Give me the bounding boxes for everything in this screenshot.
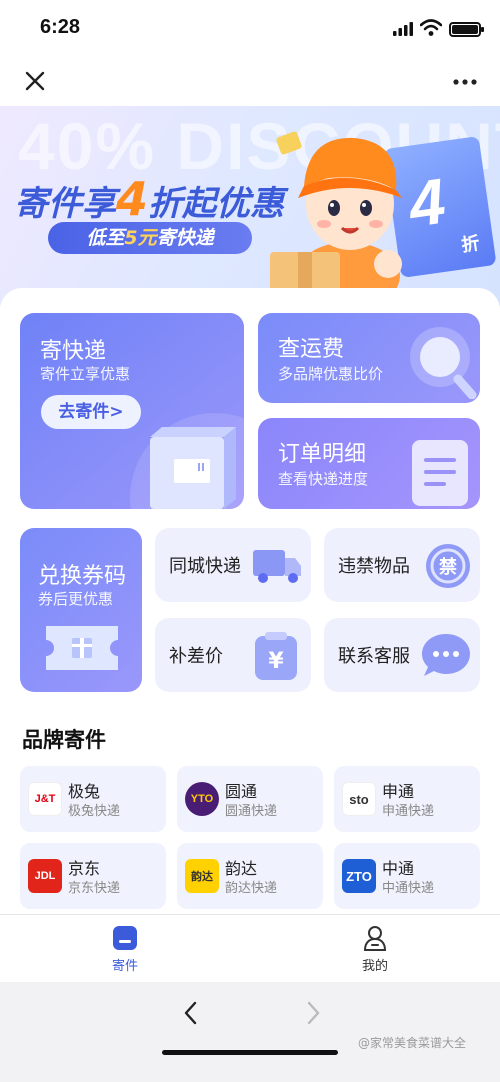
home-indicator [162, 1050, 338, 1055]
fee-card-title: 查运费 [278, 337, 345, 362]
banner-headline: 寄件享4折起优惠 [14, 172, 285, 226]
brand-subtitle: 圆通快递 [225, 804, 278, 819]
clock: 6:28 [40, 16, 81, 38]
order-card-subtitle: 查看快递进度 [278, 470, 369, 488]
main-content: 寄快递 寄件立享优惠 去寄件> 查运费 多品牌优惠比价 订单明细 查看快递进度 [0, 288, 500, 914]
yto-logo-icon: YTO [185, 782, 219, 816]
brand-name: 中通 [382, 859, 415, 878]
brand-name: 圆通 [225, 782, 258, 801]
jd-logo-icon: JDL [28, 859, 62, 893]
tab-send-label: 寄件 [111, 959, 138, 974]
forward-arrow-icon[interactable] [300, 998, 326, 1028]
wifi-icon [420, 19, 442, 36]
check-fee-card[interactable]: 查运费 多品牌优惠比价 [258, 313, 480, 403]
order-details-card[interactable]: 订单明细 查看快递进度 [258, 418, 480, 509]
customer-service-label: 联系客服 [338, 646, 410, 667]
yunda-logo-icon: 韵达 [185, 859, 219, 893]
tab-mine[interactable]: 我的 [335, 925, 415, 979]
status-bar: 6:28 [0, 0, 500, 58]
brand-item-shentong[interactable]: sto 申通 申通快递 [334, 766, 480, 832]
sto-logo-icon: sto [342, 782, 376, 816]
zto-logo-icon: ZTO [342, 859, 376, 893]
tab-send[interactable]: 寄件 [85, 925, 165, 979]
user-icon [363, 926, 387, 951]
close-icon[interactable] [22, 68, 48, 94]
brand-item-jd[interactable]: JDL 京东 京东快递 [20, 843, 166, 909]
signal-icon [393, 22, 413, 36]
send-card-title: 寄快递 [40, 339, 107, 364]
brand-item-yuantong[interactable]: YTO 圆通 圆通快递 [177, 766, 323, 832]
browser-toolbar: @家常美食菜谱大全 [0, 982, 500, 1082]
brand-subtitle: 京东快递 [68, 881, 121, 896]
prohibited-label: 违禁物品 [338, 556, 410, 577]
redeem-coupon-card[interactable]: 兑换券码 券后更优惠 [20, 528, 142, 692]
parcel-box-icon [150, 427, 236, 509]
svg-text:禁: 禁 [439, 556, 457, 578]
brand-item-yunda[interactable]: 韵达 韵达 韵达快递 [177, 843, 323, 909]
nav-bar [0, 58, 500, 106]
brand-subtitle: 极兔快递 [68, 804, 121, 819]
gift-ticket-icon [46, 626, 118, 670]
brand-name: 韵达 [225, 859, 258, 878]
same-city-tile[interactable]: 同城快递 [155, 528, 311, 602]
banner-subline: 低至5元寄快递 [48, 222, 252, 254]
truck-icon [253, 550, 301, 583]
coupon-card-title: 兑换券码 [38, 564, 127, 589]
send-express-card[interactable]: 寄快递 寄件立享优惠 去寄件> [20, 313, 244, 509]
price-difference-tile[interactable]: 补差价 ¥ [155, 618, 311, 692]
prohibited-items-tile[interactable]: 违禁物品 禁 [324, 528, 480, 602]
send-card-subtitle: 寄件立享优惠 [40, 365, 131, 383]
price-difference-label: 补差价 [169, 646, 223, 667]
fee-card-subtitle: 多品牌优惠比价 [278, 365, 384, 383]
battery-icon [449, 22, 484, 37]
magnifier-icon [410, 327, 477, 399]
send-tab-icon [113, 926, 137, 950]
tab-bar: 寄件 我的 [0, 914, 500, 982]
courier-mascot-illustration [270, 131, 402, 306]
more-icon[interactable] [452, 78, 478, 86]
brand-name: 极兔 [68, 782, 101, 801]
chat-bubble-icon [422, 634, 470, 676]
go-send-button[interactable]: 去寄件> [41, 395, 141, 429]
brand-subtitle: 韵达快递 [225, 881, 278, 896]
customer-service-tile[interactable]: 联系客服 [324, 618, 480, 692]
back-arrow-icon[interactable] [178, 998, 204, 1028]
brand-subtitle: 中通快递 [382, 881, 435, 896]
prohibited-icon: 禁 [426, 544, 470, 588]
svg-text:¥: ¥ [268, 649, 284, 674]
promo-banner[interactable]: 40% DISCOUNT 寄件享4折起优惠 低至5元寄快递 4 折 [0, 106, 500, 306]
brand-item-jitu[interactable]: J&T 极兔 极兔快递 [20, 766, 166, 832]
brand-name: 申通 [382, 782, 415, 801]
yen-clipboard-icon: ¥ [255, 632, 297, 680]
jt-logo-icon: J&T [28, 782, 62, 816]
document-icon [412, 440, 468, 506]
brand-section-title: 品牌寄件 [22, 728, 106, 752]
brand-name: 京东 [68, 859, 101, 878]
brand-subtitle: 申通快递 [382, 804, 435, 819]
brand-item-zhongtong[interactable]: ZTO 中通 中通快递 [334, 843, 480, 909]
tab-mine-label: 我的 [361, 959, 388, 974]
coupon-card-subtitle: 券后更优惠 [38, 590, 114, 608]
order-card-title: 订单明细 [278, 442, 367, 467]
same-city-label: 同城快递 [169, 556, 241, 577]
watermark: @家常美食菜谱大全 [358, 1036, 467, 1050]
